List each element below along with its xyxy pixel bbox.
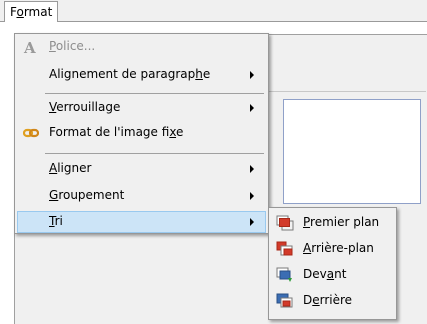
submenu-item-devant[interactable]: Devant xyxy=(271,263,395,287)
menubar-format-accel: o xyxy=(16,5,24,19)
menu-item-label: Format de l'image fixe xyxy=(49,125,184,139)
submenu-arrow-icon xyxy=(250,192,254,200)
submenu-arrow-icon xyxy=(250,104,254,112)
svg-text:A: A xyxy=(23,39,36,55)
menu-item-verrouillage[interactable]: Verrouillage xyxy=(17,97,266,119)
menu-item-groupement[interactable]: Groupement xyxy=(17,185,266,207)
submenu-item-label: Devant xyxy=(303,267,347,281)
menu-item-format-image-fixe[interactable]: Format de l'image fixe xyxy=(17,122,266,144)
menu-item-aligner[interactable]: Aligner xyxy=(17,158,266,180)
menubar-format-post: rmat xyxy=(23,5,53,19)
toolbar-divider xyxy=(267,91,426,92)
document-page xyxy=(283,99,421,204)
submenu-item-derriere[interactable]: Derrière xyxy=(271,289,395,313)
bring-forward-icon xyxy=(276,267,292,282)
format-menu: A Police... Alignement de paragraphe Ver… xyxy=(14,33,269,234)
font-A-icon: A xyxy=(23,39,36,55)
menu-item-label: Tri xyxy=(49,214,63,228)
menu-item-label: Police... xyxy=(49,39,96,53)
menu-item-label: Groupement xyxy=(49,188,125,202)
menu-item-label: Verrouillage xyxy=(49,100,121,114)
menubar-format[interactable]: Format xyxy=(4,1,59,22)
submenu-item-premier-plan[interactable]: Premier plan xyxy=(271,211,395,235)
submenu-arrow-icon xyxy=(250,218,254,226)
submenu-item-label: Arrière-plan xyxy=(303,241,374,255)
menu-item-tri[interactable]: Tri xyxy=(17,211,266,233)
menu-separator xyxy=(45,153,264,154)
link-chain-icon xyxy=(23,128,39,138)
menu-item-label: Aligner xyxy=(49,161,92,175)
submenu-item-label: Derrière xyxy=(303,293,353,307)
tri-submenu: Premier plan Arrière-plan Devant Derrièr… xyxy=(268,207,397,320)
submenu-item-arriere-plan[interactable]: Arrière-plan xyxy=(271,237,395,261)
menubar: Format xyxy=(0,0,427,22)
submenu-arrow-icon xyxy=(250,71,254,79)
menu-item-label: Alignement de paragraphe xyxy=(49,67,211,81)
send-to-back-icon xyxy=(276,241,293,256)
menu-item-police[interactable]: A Police... xyxy=(17,36,266,58)
submenu-arrow-icon xyxy=(250,165,254,173)
menu-item-alignement-paragraphe[interactable]: Alignement de paragraphe xyxy=(17,64,266,86)
app-window: Format A Police... Alignement de paragra… xyxy=(0,0,427,324)
menu-separator xyxy=(45,93,264,94)
submenu-item-label: Premier plan xyxy=(303,215,380,229)
send-backward-icon xyxy=(276,293,293,308)
bring-to-front-icon xyxy=(276,215,294,231)
